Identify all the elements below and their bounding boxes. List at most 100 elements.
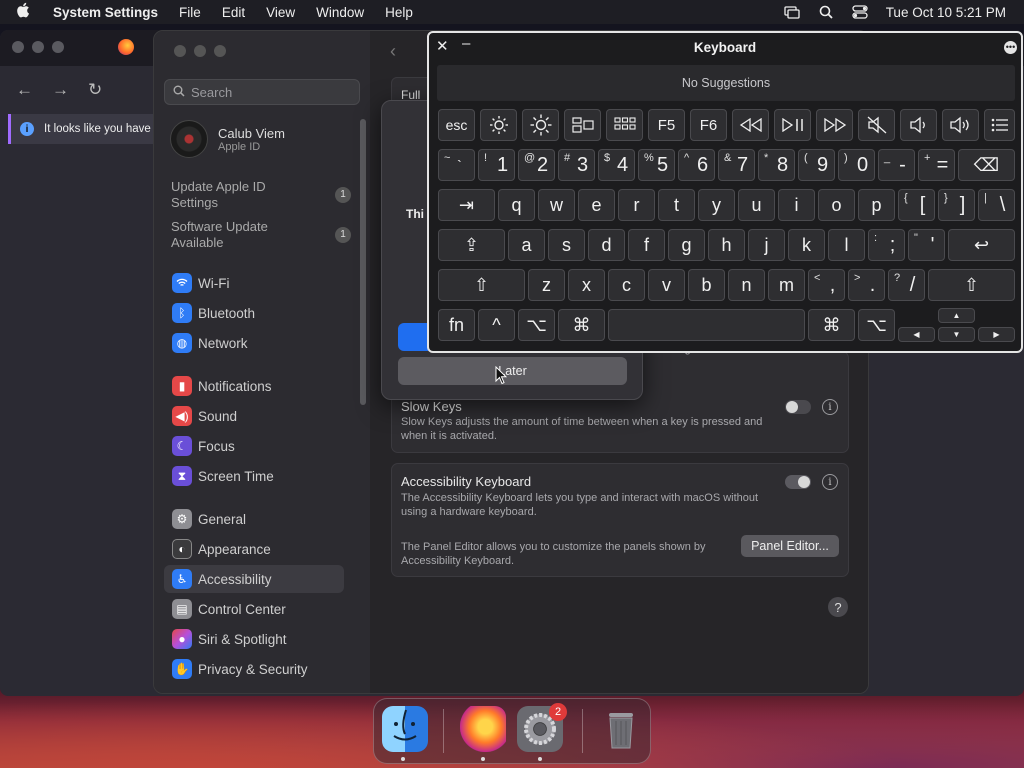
window-close-button[interactable] <box>174 45 186 57</box>
key-option-left[interactable]: ⌥ <box>518 309 555 341</box>
window-close-button[interactable] <box>12 41 24 53</box>
key-m[interactable]: m <box>768 269 805 301</box>
slow-keys-info-icon[interactable]: i <box>822 399 838 415</box>
update-apple-id-item[interactable]: Update Apple ID Settings 1 <box>171 179 351 211</box>
key-slash[interactable]: ? / <box>888 269 925 301</box>
reload-icon[interactable]: ↻ <box>88 80 102 100</box>
key-f6[interactable]: F6 <box>690 109 727 141</box>
key-fn[interactable]: fn <box>438 309 475 341</box>
sidebar-item-privacy-security[interactable]: ✋ Privacy & Security <box>164 655 344 683</box>
key-return[interactable]: ↩ <box>948 229 1015 261</box>
slow-keys-toggle[interactable] <box>785 400 811 414</box>
sidebar-item-accessibility[interactable]: ♿ Accessibility <box>164 565 344 593</box>
later-button[interactable]: Later <box>398 357 627 385</box>
sidebar-item-bluetooth[interactable]: ᛒ Bluetooth <box>164 299 344 327</box>
key-volume-up-icon[interactable] <box>942 109 979 141</box>
key-j[interactable]: j <box>748 229 785 261</box>
accessibility-keyboard-info-icon[interactable]: i <box>822 474 838 490</box>
sidebar-item-focus[interactable]: ☾ Focus <box>164 432 344 460</box>
key-2[interactable]: @2 <box>518 149 555 181</box>
primary-button[interactable] <box>398 323 428 351</box>
key-d[interactable]: d <box>588 229 625 261</box>
key-f[interactable]: f <box>628 229 665 261</box>
key-7[interactable]: & 7 <box>718 149 755 181</box>
key-comma[interactable]: <, <box>808 269 845 301</box>
key-arrow-left[interactable]: ◀ <box>898 327 935 342</box>
window-minimize-button[interactable] <box>194 45 206 57</box>
key-o[interactable]: o <box>818 189 855 221</box>
sidebar-item-control-center[interactable]: ▤ Control Center <box>164 595 344 623</box>
key-quote[interactable]: " ' <box>908 229 945 261</box>
key-n[interactable]: n <box>728 269 765 301</box>
key-e[interactable]: e <box>578 189 615 221</box>
key-8[interactable]: * 8 <box>758 149 795 181</box>
key-mute-icon[interactable] <box>858 109 895 141</box>
key-command-right[interactable]: ⌘ <box>808 309 855 341</box>
window-minimize-button[interactable] <box>32 41 44 53</box>
sidebar-scrollbar[interactable] <box>360 119 366 405</box>
key-rewind-icon[interactable] <box>732 109 769 141</box>
key-minus[interactable]: _ - <box>878 149 915 181</box>
key-r[interactable]: r <box>618 189 655 221</box>
key-a[interactable]: a <box>508 229 545 261</box>
software-update-item[interactable]: Software Update Available 1 <box>171 219 351 251</box>
search-input[interactable]: Search <box>164 79 360 105</box>
control-center-icon[interactable] <box>850 5 870 19</box>
key-semicolon[interactable]: :; <box>868 229 905 261</box>
key-arrow-down[interactable]: ▼ <box>938 327 975 342</box>
sidebar-item-notifications[interactable]: ▮ Notifications <box>164 372 344 400</box>
window-zoom-button[interactable] <box>52 41 64 53</box>
key-c[interactable]: c <box>608 269 645 301</box>
firefox-icon[interactable] <box>460 706 506 752</box>
menu-clock[interactable]: Tue Oct 10 5:21 PM <box>886 5 1006 20</box>
forward-arrow-icon[interactable]: → <box>52 80 69 100</box>
firefox-tab-icon[interactable] <box>118 39 134 55</box>
sidebar-item-siri-spotlight[interactable]: ● Siri & Spotlight <box>164 625 344 653</box>
sidebar-item-general[interactable]: ⚙ General <box>164 505 344 533</box>
view-menu[interactable]: View <box>266 5 295 20</box>
sidebar-item-wifi[interactable]: Wi-Fi <box>164 269 344 297</box>
key-3[interactable]: #3 <box>558 149 595 181</box>
key-space[interactable] <box>608 309 805 341</box>
app-menu[interactable]: System Settings <box>53 5 158 20</box>
key-backslash[interactable]: | \ <box>978 189 1015 221</box>
key-b[interactable]: b <box>688 269 725 301</box>
key-open-bracket[interactable]: {[ <box>898 189 935 221</box>
key-i[interactable]: i <box>778 189 815 221</box>
key-q[interactable]: q <box>498 189 535 221</box>
key-w[interactable]: w <box>538 189 575 221</box>
key-6[interactable]: ^ 6 <box>678 149 715 181</box>
sidebar-item-network[interactable]: ◍ Network <box>164 329 344 357</box>
key-fast-forward-icon[interactable] <box>816 109 853 141</box>
window-menu[interactable]: Window <box>316 5 364 20</box>
key-shift-right[interactable]: ⇧ <box>928 269 1015 301</box>
sidebar-item-sound[interactable]: ◀) Sound <box>164 402 344 430</box>
panel-editor-button[interactable]: Panel Editor... <box>741 535 839 557</box>
key-arrow-right[interactable]: ▶ <box>978 327 1015 342</box>
key-y[interactable]: y <box>698 189 735 221</box>
finder-icon[interactable] <box>382 706 428 752</box>
search-icon[interactable] <box>816 5 836 19</box>
key-5[interactable]: % 5 <box>638 149 675 181</box>
back-arrow-icon[interactable]: ‹ <box>390 41 396 62</box>
accessibility-keyboard-toggle[interactable] <box>785 475 811 489</box>
file-menu[interactable]: File <box>179 5 201 20</box>
key-brightness-down-icon[interactable] <box>480 109 517 141</box>
help-menu[interactable]: Help <box>385 5 413 20</box>
key-k[interactable]: k <box>788 229 825 261</box>
key-p[interactable]: p <box>858 189 895 221</box>
key-tab[interactable]: ⇥ <box>438 189 495 221</box>
key-backtick[interactable]: ~ ` <box>438 149 475 181</box>
back-arrow-icon[interactable]: ← <box>16 80 33 100</box>
apple-menu-icon[interactable] <box>16 2 40 22</box>
key-l[interactable]: l <box>828 229 865 261</box>
key-4[interactable]: $4 <box>598 149 635 181</box>
key-u[interactable]: u <box>738 189 775 221</box>
key-delete[interactable]: ⌫ <box>958 149 1015 181</box>
apple-id-account[interactable]: Calub Viem Apple ID <box>170 119 285 159</box>
key-9[interactable]: (9 <box>798 149 835 181</box>
key-play-pause-icon[interactable] <box>774 109 811 141</box>
key-g[interactable]: g <box>668 229 705 261</box>
key-h[interactable]: h <box>708 229 745 261</box>
key-equals[interactable]: + = <box>918 149 955 181</box>
